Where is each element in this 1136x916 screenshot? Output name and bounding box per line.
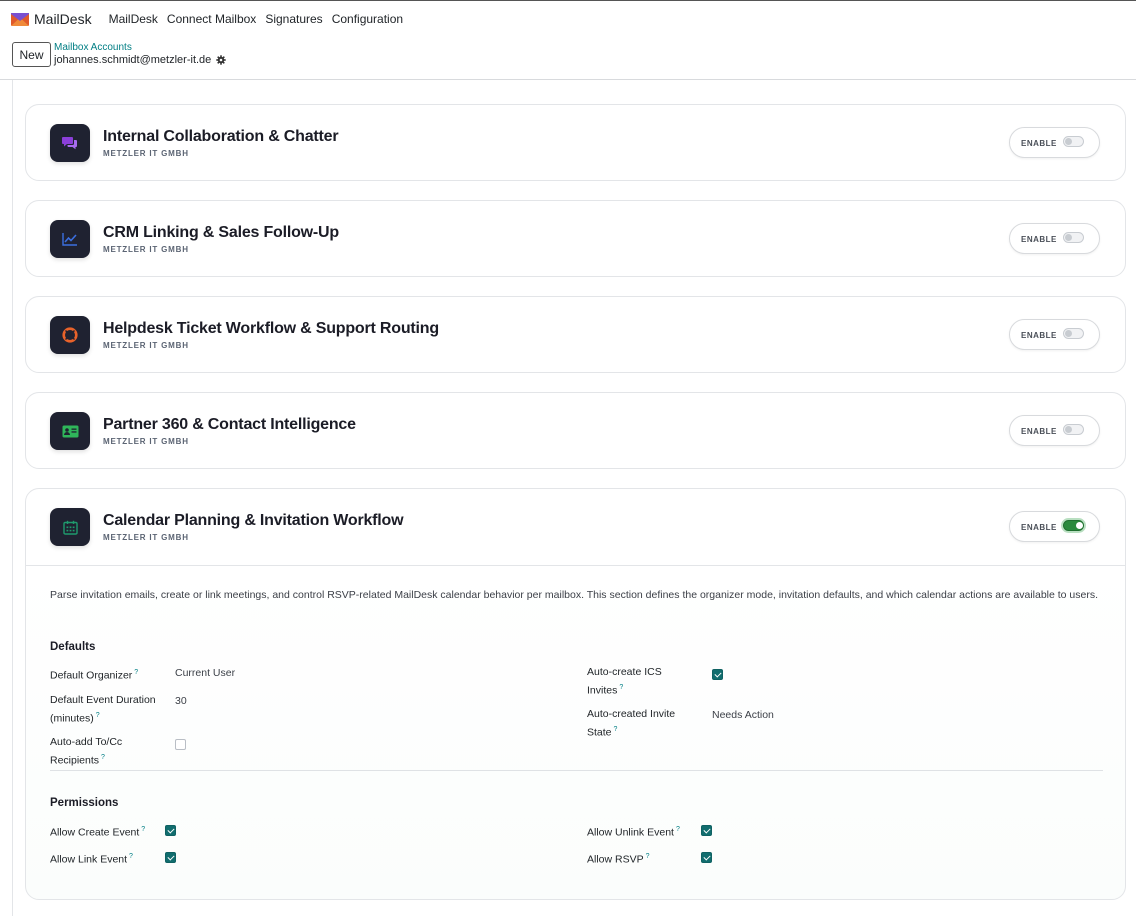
module-icon-box — [50, 316, 90, 354]
allow-link-event-label: Allow Link Event? — [50, 853, 133, 866]
enable-label: ENABLE — [1021, 235, 1057, 244]
module-header: Helpdesk Ticket Workflow & Support Routi… — [26, 297, 1125, 374]
module-card-calendar: Calendar Planning & Invitation Workflow … — [25, 488, 1126, 900]
toggle-switch[interactable] — [1063, 232, 1084, 243]
default-duration-value[interactable]: 30 — [175, 695, 187, 707]
default-organizer-label: Default Organizer? — [50, 669, 139, 682]
allow-unlink-event-label: Allow Unlink Event? — [587, 826, 680, 839]
content-area: Internal Collaboration & Chatter METZLER… — [0, 80, 1136, 916]
enable-label: ENABLE — [1021, 427, 1057, 436]
id-card-icon — [62, 425, 78, 437]
module-header: Partner 360 & Contact Intelligence METZL… — [26, 393, 1125, 470]
module-icon-box — [50, 220, 90, 258]
help-icon[interactable]: ? — [676, 826, 680, 833]
record-title: johannes.schmidt@metzler-it.de — [54, 54, 226, 66]
module-header: Internal Collaboration & Chatter METZLER… — [26, 105, 1125, 182]
module-company: METZLER IT GMBH — [103, 437, 189, 446]
gear-icon[interactable] — [216, 55, 226, 65]
module-company: METZLER IT GMBH — [103, 149, 189, 158]
enable-label: ENABLE — [1021, 139, 1057, 148]
calendar-icon — [62, 520, 78, 535]
module-company: METZLER IT GMBH — [103, 533, 189, 542]
module-icon-box — [50, 508, 90, 546]
menu-maildesk[interactable]: MailDesk — [109, 12, 158, 26]
module-card-crm: CRM Linking & Sales Follow-Up METZLER IT… — [25, 200, 1126, 277]
control-panel: New Mailbox Accounts johannes.schmidt@me… — [0, 37, 1136, 80]
help-icon[interactable]: ? — [101, 754, 105, 761]
invite-state-value[interactable]: Needs Action — [712, 709, 774, 721]
default-organizer-value[interactable]: Current User — [175, 667, 235, 679]
section-divider — [50, 770, 1103, 771]
default-duration-label: Default Event Duration (minutes)? — [50, 694, 156, 725]
allow-create-event-label: Allow Create Event? — [50, 826, 146, 839]
allow-rsvp-label: Allow RSVP? — [587, 853, 650, 866]
module-title: Partner 360 & Contact Intelligence — [103, 416, 356, 433]
new-button[interactable]: New — [12, 42, 51, 67]
module-title: Calendar Planning & Invitation Workflow — [103, 512, 404, 529]
module-icon-box — [50, 412, 90, 450]
auto-create-ics-checkbox[interactable] — [712, 669, 723, 680]
module-card-collaboration: Internal Collaboration & Chatter METZLER… — [25, 104, 1126, 181]
enable-toggle-button[interactable]: ENABLE — [1009, 127, 1100, 158]
help-icon[interactable]: ? — [96, 712, 100, 719]
module-description: Parse invitation emails, create or link … — [50, 589, 1099, 601]
mail-logo-icon — [11, 12, 29, 26]
module-header: Calendar Planning & Invitation Workflow … — [26, 489, 1125, 566]
breadcrumb-mailbox-accounts[interactable]: Mailbox Accounts — [54, 42, 132, 53]
help-icon[interactable]: ? — [614, 726, 618, 733]
enable-toggle-button[interactable]: ENABLE — [1009, 223, 1100, 254]
enable-label: ENABLE — [1021, 523, 1057, 532]
toggle-switch[interactable] — [1063, 520, 1084, 531]
allow-unlink-event-checkbox[interactable] — [701, 825, 712, 836]
lifebuoy-icon — [62, 327, 78, 343]
module-title: Internal Collaboration & Chatter — [103, 128, 339, 145]
auto-add-recipients-label: Auto-add To/Cc Recipients? — [50, 736, 123, 767]
trend-chart-icon — [62, 233, 77, 246]
help-icon[interactable]: ? — [134, 669, 138, 676]
toggle-switch[interactable] — [1063, 328, 1084, 339]
module-company: METZLER IT GMBH — [103, 341, 189, 350]
help-icon[interactable]: ? — [141, 826, 145, 833]
module-company: METZLER IT GMBH — [103, 245, 189, 254]
auto-create-ics-label: Auto-create ICS Invites? — [587, 666, 662, 697]
module-card-partner-360: Partner 360 & Contact Intelligence METZL… — [25, 392, 1126, 469]
enable-label: ENABLE — [1021, 331, 1057, 340]
help-icon[interactable]: ? — [646, 853, 650, 860]
enable-toggle-button[interactable]: ENABLE — [1009, 319, 1100, 350]
toggle-switch[interactable] — [1063, 136, 1084, 147]
top-navbar: MailDesk MailDesk Connect Mailbox Signat… — [0, 0, 1136, 37]
enable-toggle-button[interactable]: ENABLE — [1009, 511, 1100, 542]
help-icon[interactable]: ? — [619, 684, 623, 691]
menu-signatures[interactable]: Signatures — [265, 12, 322, 26]
main-menu: MailDesk Connect Mailbox Signatures Conf… — [100, 12, 404, 26]
module-icon-box — [50, 124, 90, 162]
content-divider — [12, 80, 13, 916]
auto-add-recipients-checkbox[interactable] — [175, 739, 186, 750]
module-title: Helpdesk Ticket Workflow & Support Routi… — [103, 320, 439, 337]
record-name: johannes.schmidt@metzler-it.de — [54, 54, 212, 66]
allow-rsvp-checkbox[interactable] — [701, 852, 712, 863]
menu-configuration[interactable]: Configuration — [332, 12, 403, 26]
app-name: MailDesk — [34, 11, 92, 27]
module-title: CRM Linking & Sales Follow-Up — [103, 224, 339, 241]
module-card-helpdesk: Helpdesk Ticket Workflow & Support Routi… — [25, 296, 1126, 373]
permissions-heading: Permissions — [50, 797, 119, 809]
defaults-heading: Defaults — [50, 641, 96, 653]
allow-create-event-checkbox[interactable] — [165, 825, 176, 836]
module-header: CRM Linking & Sales Follow-Up METZLER IT… — [26, 201, 1125, 278]
enable-toggle-button[interactable]: ENABLE — [1009, 415, 1100, 446]
chat-bubbles-icon — [62, 137, 77, 150]
app-brand[interactable]: MailDesk — [11, 11, 92, 27]
menu-connect-mailbox[interactable]: Connect Mailbox — [167, 12, 256, 26]
invite-state-label: Auto-created Invite State? — [587, 708, 676, 739]
toggle-switch[interactable] — [1063, 424, 1084, 435]
help-icon[interactable]: ? — [129, 853, 133, 860]
allow-link-event-checkbox[interactable] — [165, 852, 176, 863]
